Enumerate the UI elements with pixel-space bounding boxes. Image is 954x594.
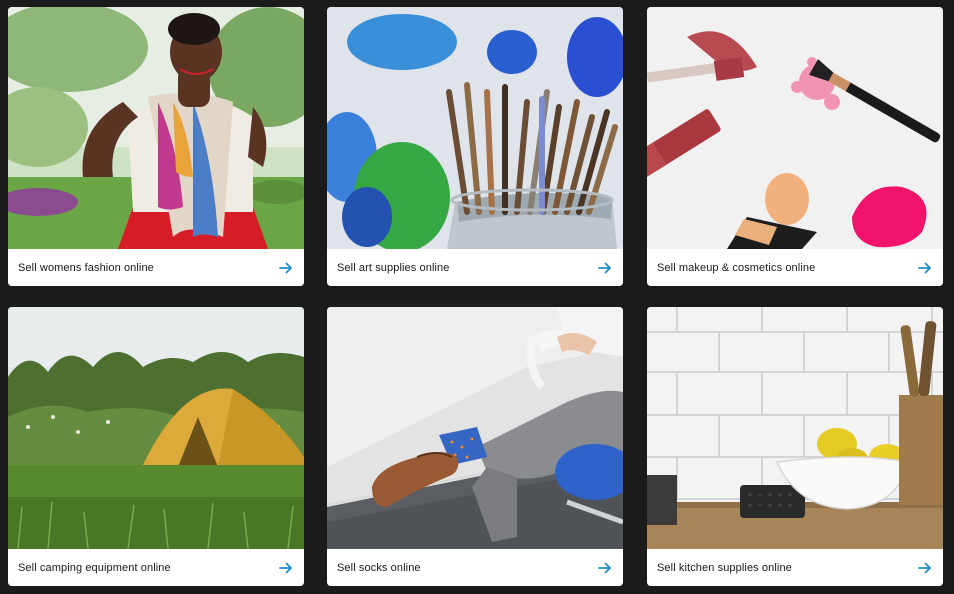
card-image-kitchen-supplies (647, 307, 943, 549)
card-label: Sell camping equipment online (18, 561, 171, 574)
card-womens-fashion[interactable]: Sell womens fashion online (8, 7, 304, 286)
card-art-supplies[interactable]: Sell art supplies online (327, 7, 623, 286)
product-category-grid: Sell womens fashion online Sell art supp… (0, 0, 954, 594)
card-label: Sell kitchen supplies online (657, 561, 792, 574)
card-image-socks (327, 307, 623, 549)
arrow-right-icon[interactable] (917, 560, 933, 576)
arrow-right-icon[interactable] (278, 260, 294, 276)
card-label: Sell art supplies online (337, 261, 450, 274)
arrow-right-icon[interactable] (597, 560, 613, 576)
card-label: Sell womens fashion online (18, 261, 154, 274)
arrow-right-icon[interactable] (597, 260, 613, 276)
card-kitchen-supplies[interactable]: Sell kitchen supplies online (647, 307, 943, 586)
card-image-camping-equipment (8, 307, 304, 549)
card-image-art-supplies (327, 7, 623, 249)
card-image-womens-fashion (8, 7, 304, 249)
card-camping-equipment[interactable]: Sell camping equipment online (8, 307, 304, 586)
card-label: Sell makeup & cosmetics online (657, 261, 816, 274)
card-label: Sell socks online (337, 561, 421, 574)
arrow-right-icon[interactable] (917, 260, 933, 276)
card-image-makeup-cosmetics (647, 7, 943, 249)
arrow-right-icon[interactable] (278, 560, 294, 576)
card-makeup-cosmetics[interactable]: Sell makeup & cosmetics online (647, 7, 943, 286)
card-socks[interactable]: Sell socks online (327, 307, 623, 586)
